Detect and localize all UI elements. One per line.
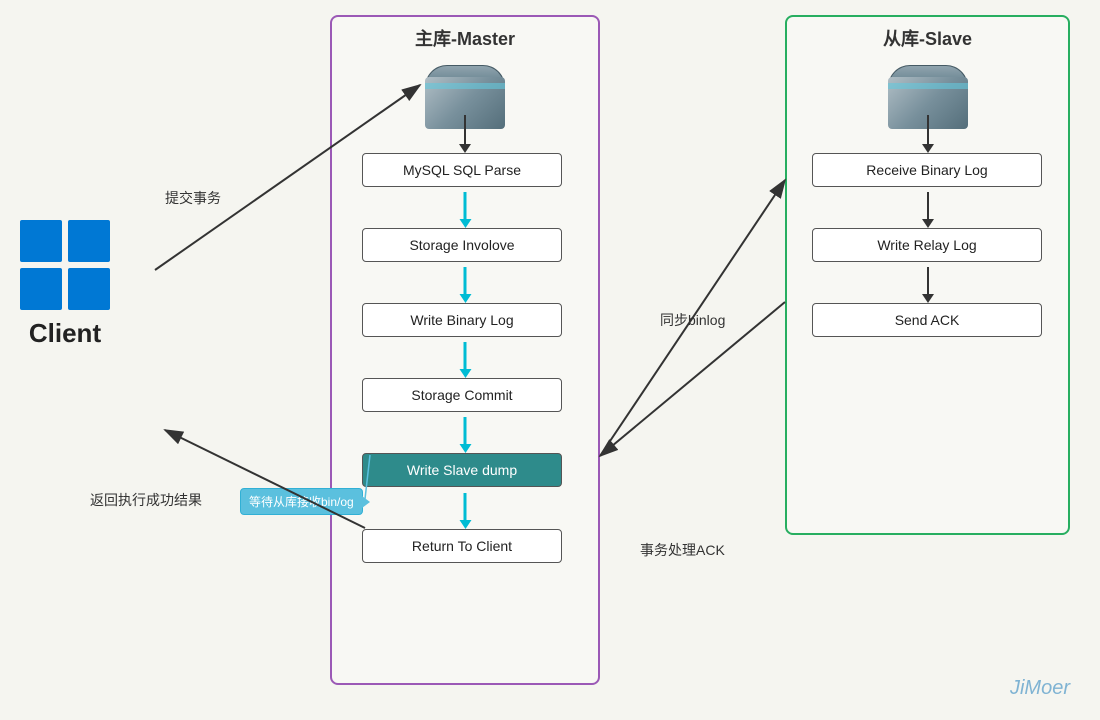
flow-write-relay-log: Write Relay Log xyxy=(812,228,1042,262)
flow-return-to-client: Return To Client xyxy=(362,529,562,563)
label-submit-transaction: 提交事务 xyxy=(165,188,221,208)
flow-send-ack: Send ACK xyxy=(812,303,1042,337)
master-box: 主库-Master MySQL SQL Parse Storage Involo… xyxy=(330,15,600,685)
windows-logo xyxy=(20,220,110,310)
arrow-binary-to-commit xyxy=(464,342,467,370)
label-transaction-ack: 事务处理ACK xyxy=(640,540,725,560)
client-area: Client xyxy=(20,220,110,349)
flow-receive-binary-log: Receive Binary Log xyxy=(812,153,1042,187)
diagram-container: 主库-Master MySQL SQL Parse Storage Involo… xyxy=(0,0,1100,720)
arrow-storage-to-binary xyxy=(464,267,467,295)
slave-box: 从库-Slave Receive Binary Log Write Relay … xyxy=(785,15,1070,535)
flow-storage-commit: Storage Commit xyxy=(362,378,562,412)
client-label: Client xyxy=(29,318,101,349)
arrow-receive-to-relay xyxy=(927,192,929,220)
arrow-db-to-sqlparse xyxy=(464,115,466,145)
flow-sql-parse: MySQL SQL Parse xyxy=(362,153,562,187)
arrow-slave-db-to-receive xyxy=(927,115,929,145)
slave-title: 从库-Slave xyxy=(787,17,1068,55)
arrow-sqlparse-to-storage xyxy=(464,192,467,220)
master-title: 主库-Master xyxy=(332,17,598,55)
arrow-relay-to-ack xyxy=(927,267,929,295)
label-return-result: 返回执行成功结果 xyxy=(90,490,202,510)
watermark: JiMoer xyxy=(1010,677,1070,700)
arrow-slavedump-to-return xyxy=(464,493,467,521)
tooltip-wait-slave: 等待从库接收bin/og xyxy=(240,488,363,515)
arrow-commit-to-slavedump xyxy=(464,417,467,445)
label-sync-binlog: 同步binlog xyxy=(660,310,725,330)
flow-storage-involve: Storage Involove xyxy=(362,228,562,262)
flow-write-slave-dump: Write Slave dump xyxy=(362,453,562,487)
flow-write-binary-log: Write Binary Log xyxy=(362,303,562,337)
